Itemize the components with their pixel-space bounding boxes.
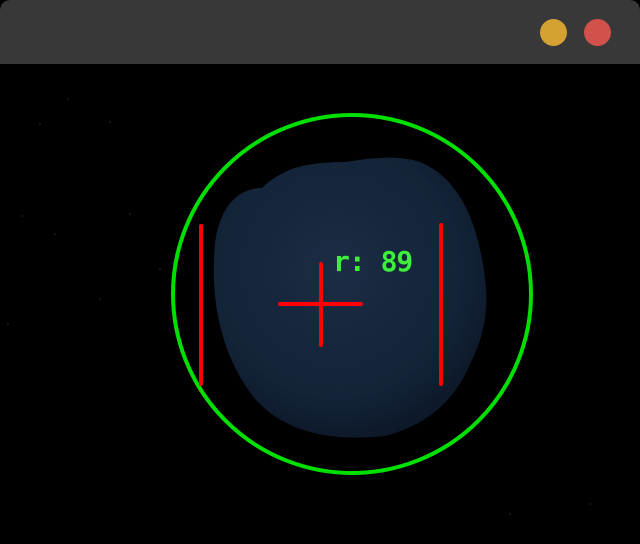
title-bar[interactable]	[0, 0, 640, 64]
detection-overlay	[7, 98, 591, 515]
app-window: r: 89	[0, 0, 640, 544]
close-button[interactable]	[584, 19, 611, 46]
camera-view: r: 89	[0, 64, 640, 544]
detected-object	[213, 157, 487, 438]
radius-label: r: 89	[333, 245, 413, 278]
minimize-button[interactable]	[540, 19, 567, 46]
